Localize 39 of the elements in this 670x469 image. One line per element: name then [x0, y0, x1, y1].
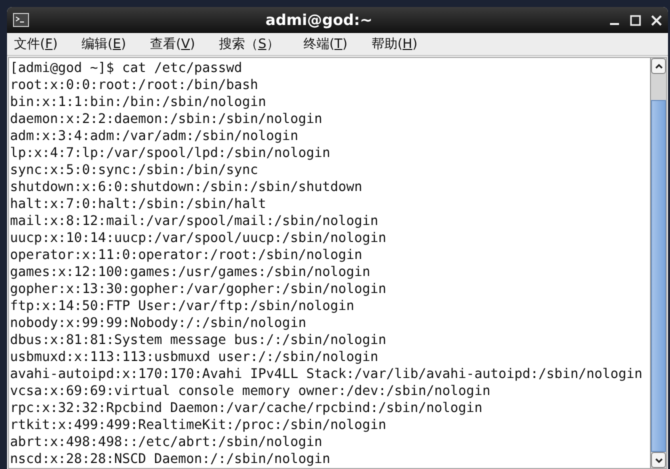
terminal-line: halt:x:7:0:halt:/sbin:/sbin/halt	[10, 196, 266, 213]
terminal-line: adm:x:3:4:adm:/var/adm:/sbin/nologin	[10, 128, 298, 145]
scroll-thumb[interactable]	[651, 100, 666, 452]
window-title: admi@god:~	[264, 11, 374, 29]
menu-item[interactable]: 文件(F)	[10, 33, 62, 55]
terminal-line: daemon:x:2:2:daemon:/sbin:/sbin/nologin	[10, 111, 322, 128]
terminal-line: nscd:x:28:28:NSCD Daemon:/:/sbin/nologin	[10, 451, 330, 468]
terminal-line: gopher:x:13:30:gopher:/var/gopher:/sbin/nologin	[10, 281, 386, 298]
terminal-line: abrt:x:498:498::/etc/abrt:/sbin/nologin	[10, 434, 322, 451]
caret-up-icon	[654, 64, 662, 68]
menu-item[interactable]: 查看(V)	[146, 33, 200, 55]
terminal-line: avahi-autoipd:x:170:170:Avahi IPv4LL Stack:/var/lib/avahi-autoipd:/sbin/nologin	[10, 366, 642, 383]
menu-item[interactable]: 终端(T)	[299, 33, 352, 55]
terminal-line: dbus:x:81:81:System message bus:/:/sbin/nologin	[10, 332, 386, 349]
terminal-line: vcsa:x:69:69:virtual console memory owner:/dev:/sbin/nologin	[10, 383, 490, 400]
terminal-line: lp:x:4:7:lp:/var/spool/lpd:/sbin/nologin	[10, 145, 330, 162]
terminal-line: ftp:x:14:50:FTP User:/var/ftp:/sbin/nologin	[10, 298, 354, 315]
terminal-line: root:x:0:0:root:/root:/bin/bash	[10, 77, 258, 94]
menu-item[interactable]: 帮助(H)	[367, 33, 422, 55]
terminal-line: uucp:x:10:14:uucp:/var/spool/uucp:/sbin/nologin	[10, 230, 386, 247]
caret-down-icon	[654, 458, 662, 462]
scroll-up-button[interactable]	[651, 58, 666, 74]
terminal-line: games:x:12:100:games:/usr/games:/sbin/nologin	[10, 264, 370, 281]
terminal-line: bin:x:1:1:bin:/bin:/sbin/nologin	[10, 94, 266, 111]
terminal-line: sync:x:5:0:sync:/sbin:/bin/sync	[10, 162, 258, 179]
terminal-line: rtkit:x:499:499:RealtimeKit:/proc:/sbin/nologin	[10, 417, 386, 434]
scroll-down-button[interactable]	[651, 452, 666, 468]
close-icon[interactable]	[651, 14, 662, 26]
terminal-line: shutdown:x:6:0:shutdown:/sbin:/sbin/shutdown	[10, 179, 362, 196]
maximize-icon[interactable]	[630, 14, 641, 26]
terminal-line: nobody:x:99:99:Nobody:/:/sbin/nologin	[10, 315, 306, 332]
terminal-line: mail:x:8:12:mail:/var/spool/mail:/sbin/nologin	[10, 213, 378, 230]
terminal-line: operator:x:11:0:operator:/root:/sbin/nologin	[10, 247, 362, 264]
menu-item[interactable]: 搜索（S）	[215, 33, 284, 55]
menu-item[interactable]: 编辑(E)	[78, 33, 130, 55]
terminal-line: usbmuxd:x:113:113:usbmuxd user:/:/sbin/nologin	[10, 349, 378, 366]
terminal-line: rpc:x:32:32:Rpcbind Daemon:/var/cache/rpcbind:/sbin/nologin	[10, 400, 482, 417]
terminal-line: [admi@god ~]$ cat /etc/passwd	[10, 60, 242, 77]
terminal-icon	[13, 13, 29, 27]
